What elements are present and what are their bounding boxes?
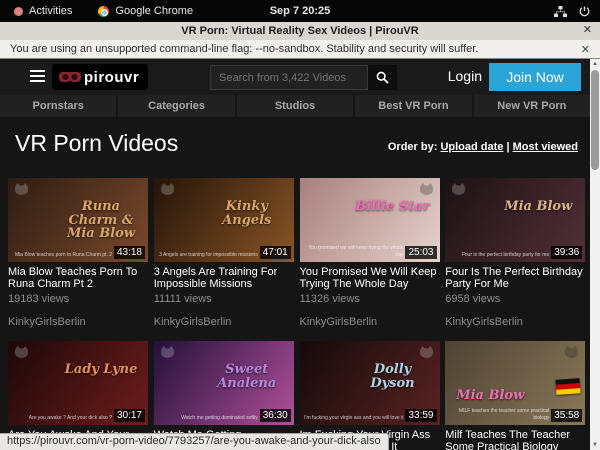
video-views: 11326 views <box>300 293 440 305</box>
thumbnail-caption: MILF teaches the teacher some practical … <box>449 408 549 421</box>
order-link-most-viewed[interactable]: Most viewed <box>513 141 578 153</box>
thumbnail-caption: You promised we will keep trying the who… <box>304 245 404 258</box>
video-title[interactable]: 3 Angels Are Training For Impossible Mis… <box>154 266 294 290</box>
video-card: Mia Blow MILF teaches the teacher some p… <box>445 341 585 450</box>
duration-badge: 47:01 <box>260 246 291 259</box>
browser-title-bar: VR Porn: Virtual Reality Sex Videos | Pi… <box>0 22 600 40</box>
window-close-icon[interactable]: ✕ <box>583 23 592 36</box>
studio-cat-logo-icon <box>419 182 434 195</box>
scroll-down-icon[interactable]: ▼ <box>590 440 600 450</box>
video-grid: Runa Charm & Mia Blow Mia Blow teaches p… <box>8 178 586 450</box>
login-button[interactable]: Login <box>448 68 482 84</box>
power-icon[interactable] <box>579 6 590 17</box>
thumbnail-overlay-title: Sweet Analena <box>208 363 286 390</box>
page-scrollbar[interactable]: ▲ ▼ <box>590 59 600 450</box>
order-link-upload-date[interactable]: Upload date <box>440 141 503 153</box>
duration-badge: 25:03 <box>405 246 436 259</box>
studio-cat-logo-icon <box>160 182 175 195</box>
video-thumbnail[interactable]: Runa Charm & Mia Blow Mia Blow teaches p… <box>8 178 148 262</box>
video-card: Runa Charm & Mia Blow Mia Blow teaches p… <box>8 178 148 341</box>
menu-icon[interactable] <box>30 70 45 85</box>
video-title[interactable]: Four Is The Perfect Birthday Party For M… <box>445 266 585 290</box>
sandbox-warning-bar: You are using an unsupported command-lin… <box>0 40 600 59</box>
video-views: 19183 views <box>8 293 148 305</box>
video-card: Billie Star You promised we will keep tr… <box>300 178 440 341</box>
duration-badge: 33:59 <box>405 409 436 422</box>
thumbnail-overlay-title: Mia Blow <box>451 389 529 403</box>
scrollbar-thumb[interactable] <box>591 70 599 170</box>
studio-cat-logo-icon <box>419 345 434 358</box>
video-card: Mia Blow Four is the perfect birthday pa… <box>445 178 585 341</box>
thumbnail-caption: 3 Angels are training for impossible mis… <box>158 252 258 259</box>
join-now-button[interactable]: Join Now <box>489 63 581 91</box>
nav-item-best-vr-porn[interactable]: Best VR Porn <box>355 95 471 117</box>
thumbnail-overlay-title: Kinky Angels <box>208 200 286 227</box>
site-header: pirouvr Login Join Now <box>0 59 590 95</box>
video-thumbnail[interactable]: Mia Blow MILF teaches the teacher some p… <box>445 341 585 425</box>
video-title[interactable]: Mia Blow Teaches Porn To Runa Charm Pt 2 <box>8 266 148 290</box>
thumbnail-overlay-title: Runa Charm & Mia Blow <box>62 200 140 241</box>
studio-cat-logo-icon <box>160 345 175 358</box>
site-logo[interactable]: pirouvr <box>52 64 148 90</box>
clock[interactable]: Sep 7 20:25 <box>0 5 600 17</box>
german-flag <box>556 378 581 395</box>
search-input[interactable] <box>210 65 368 90</box>
duration-badge: 30:17 <box>114 409 145 422</box>
studio-cat-logo-icon <box>451 182 466 195</box>
thumbnail-caption: Mia Blow teaches porn to Runa Charm pt. … <box>12 252 112 259</box>
video-card: Kinky Angels 3 Angels are training for i… <box>154 178 294 341</box>
studio-cat-logo-icon <box>14 182 29 195</box>
studio-cat-logo-icon <box>564 345 579 358</box>
thumbnail-caption: I'm fucking your virgin ass and you will… <box>304 415 404 422</box>
thumbnail-overlay-title: Lady Lyne <box>62 363 140 377</box>
thumbnail-caption: Watch me getting dominated softly <box>158 415 258 422</box>
video-thumbnail[interactable]: Mia Blow Four is the perfect birthday pa… <box>445 178 585 262</box>
thumbnail-caption: Are you awake ? And your dick also ? <box>12 415 112 422</box>
heading-row: VR Porn Videos Order by: Upload date | M… <box>0 117 590 178</box>
thumbnail-overlay-title: Dolly Dyson <box>354 363 432 390</box>
video-studio-link[interactable]: KinkyGirlsBerlin <box>8 316 148 328</box>
nav-item-pornstars[interactable]: Pornstars <box>0 95 116 117</box>
search-icon <box>376 71 389 84</box>
video-studio-link[interactable]: KinkyGirlsBerlin <box>445 316 585 328</box>
nav-item-categories[interactable]: Categories <box>118 95 234 117</box>
nav-item-studios[interactable]: Studios <box>237 95 353 117</box>
site-logo-text: pirouvr <box>84 69 139 86</box>
duration-badge: 43:18 <box>114 246 145 259</box>
thumbnail-caption: Four is the perfect birthday party for m… <box>449 252 549 259</box>
duration-badge: 36:30 <box>260 409 291 422</box>
sandbox-warning-text: You are using an unsupported command-lin… <box>10 43 478 55</box>
network-icon[interactable] <box>554 6 567 17</box>
nav-item-new-vr-porn[interactable]: New VR Porn <box>474 95 590 117</box>
vr-headset-icon <box>59 71 81 84</box>
order-by-label: Order by: <box>388 141 438 153</box>
thumbnail-overlay-title: Billie Star <box>354 200 432 214</box>
video-views: 11111 views <box>154 293 294 305</box>
video-studio-link[interactable]: KinkyGirlsBerlin <box>300 316 440 328</box>
video-thumbnail[interactable]: Kinky Angels 3 Angels are training for i… <box>154 178 294 262</box>
video-views: 6958 views <box>445 293 585 305</box>
scroll-up-icon[interactable]: ▲ <box>590 59 600 69</box>
screen: Activities Google Chrome Sep 7 20:25 VR … <box>0 0 600 450</box>
thumbnail-overlay-title: Mia Blow <box>499 200 577 214</box>
desktop-top-bar: Activities Google Chrome Sep 7 20:25 <box>0 0 600 22</box>
duration-badge: 39:36 <box>551 246 582 259</box>
search-button[interactable] <box>368 65 397 90</box>
browser-tab-title: VR Porn: Virtual Reality Sex Videos | Pi… <box>181 25 418 37</box>
video-title[interactable]: Milf Teaches The Teacher Some Practical … <box>445 429 585 450</box>
video-thumbnail[interactable]: Sweet Analena Watch me getting dominated… <box>154 341 294 425</box>
studio-cat-logo-icon <box>14 345 29 358</box>
video-thumbnail[interactable]: Dolly Dyson I'm fucking your virgin ass … <box>300 341 440 425</box>
video-thumbnail[interactable]: Lady Lyne Are you awake ? And your dick … <box>8 341 148 425</box>
video-title[interactable]: You Promised We Will Keep Trying The Who… <box>300 266 440 290</box>
order-separator: | <box>503 141 512 153</box>
order-by: Order by: Upload date | Most viewed <box>388 141 578 153</box>
video-studio-link[interactable]: KinkyGirlsBerlin <box>154 316 294 328</box>
main-nav: Pornstars Categories Studios Best VR Por… <box>0 95 590 117</box>
page-title: VR Porn Videos <box>15 130 178 157</box>
duration-badge: 35:58 <box>551 409 582 422</box>
warning-close-icon[interactable]: ✕ <box>581 43 590 56</box>
video-thumbnail[interactable]: Billie Star You promised we will keep tr… <box>300 178 440 262</box>
status-url-tooltip: https://pirouvr.com/vr-porn-video/779325… <box>0 433 389 450</box>
